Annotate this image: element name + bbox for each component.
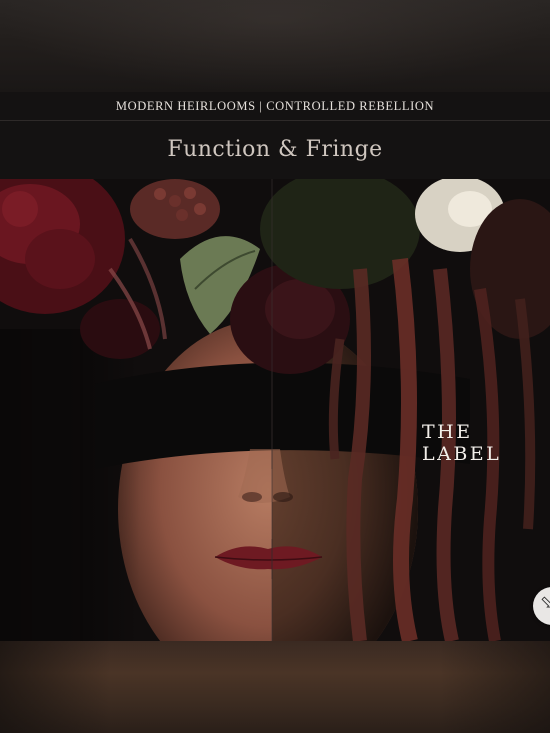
- top-blurred-backdrop: [0, 0, 550, 92]
- page: MODERN HEIRLOOMS | CONTROLLED REBELLION …: [0, 0, 550, 733]
- hero-image[interactable]: [0, 179, 550, 641]
- tagline: MODERN HEIRLOOMS | CONTROLLED REBELLION: [115, 98, 435, 113]
- title-bar: Function & Fringe: [0, 121, 550, 179]
- arrow-right-icon: ⬂: [540, 592, 550, 613]
- bottom-blurred-backdrop: [0, 641, 550, 733]
- tagline-bar: MODERN HEIRLOOMS | CONTROLLED REBELLION: [0, 92, 550, 121]
- hero-illustration: [0, 179, 550, 641]
- collection-title: Function & Fringe: [167, 136, 383, 162]
- brand-overlay-text: THE LABEL: [422, 421, 502, 465]
